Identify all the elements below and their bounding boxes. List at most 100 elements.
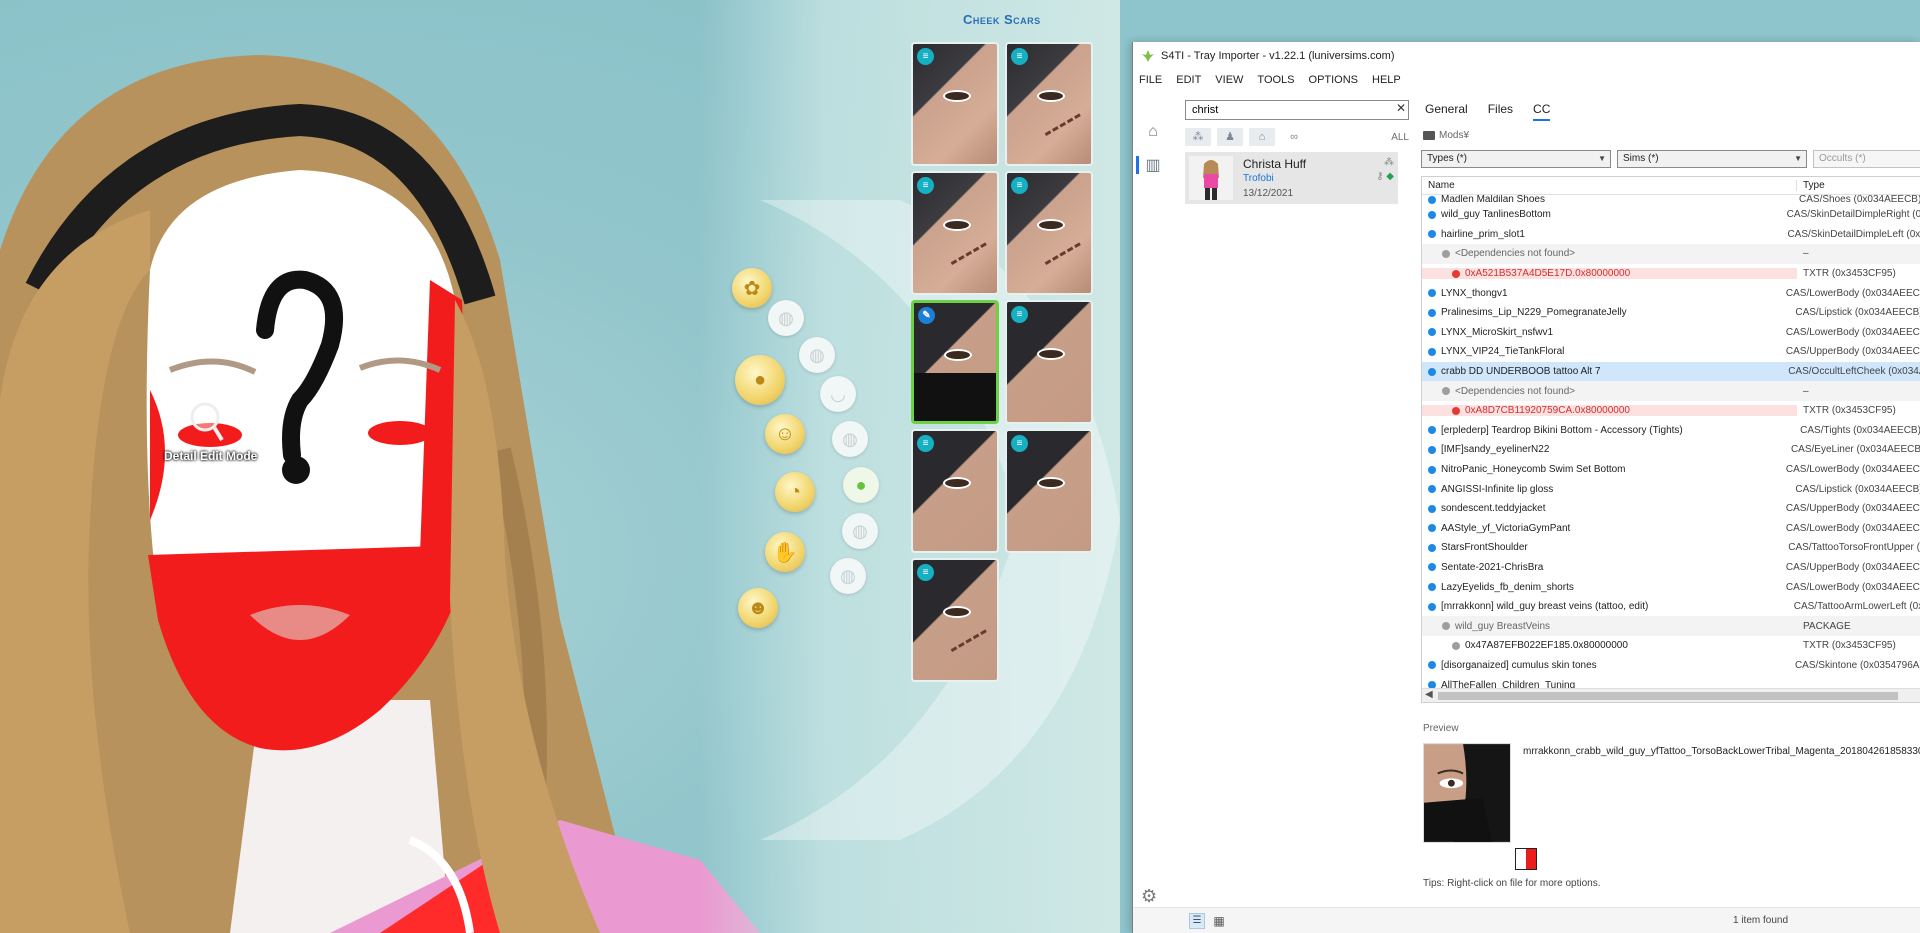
- table-row[interactable]: Sentate-2021-ChrisBra CAS/UpperBody (0x03…: [1422, 558, 1920, 578]
- body-details-icon[interactable]: ●: [735, 355, 785, 405]
- row-name-cell: [IMF]sandy_eyelinerN22: [1422, 444, 1785, 455]
- menu-tools[interactable]: TOOLS: [1257, 74, 1294, 86]
- tray-importer-window: S4TI - Tray Importer - v1.22.1 (lunivers…: [1132, 42, 1920, 933]
- neck-icon[interactable]: ◍: [830, 558, 866, 594]
- mouth-icon[interactable]: ◡: [820, 376, 856, 412]
- row-type: CAS/LowerBody (0x034AEECB: [1785, 522, 1920, 534]
- row-type: –: [1803, 385, 1809, 397]
- table-row[interactable]: LazyEyelids_fb_denim_shorts CAS/LowerBody…: [1422, 577, 1920, 597]
- blue-status-dot-icon: [1428, 661, 1436, 670]
- households-filter-icon[interactable]: ⁂: [1185, 128, 1211, 146]
- dependency-row[interactable]: <Dependencies not found> –: [1422, 244, 1920, 264]
- sims-filter-icon[interactable]: ♟: [1217, 128, 1243, 146]
- row-type: CAS/Lipstick (0x034AEECB): [1795, 483, 1920, 495]
- types-dropdown[interactable]: Types (*) ▼: [1421, 150, 1611, 168]
- cheek-scar-thumb[interactable]: ≡: [911, 171, 999, 295]
- table-row[interactable]: StarsFrontShoulder CAS/TattooTorsoFrontUp…: [1422, 538, 1920, 558]
- cheek-scar-thumb[interactable]: ≡: [911, 429, 999, 553]
- head-icon[interactable]: ☺: [765, 414, 805, 454]
- sim-list-item[interactable]: Christa Huff Trofobi 13/12/2021 ⁂ ⚷ ◆: [1185, 152, 1398, 204]
- face-icon[interactable]: ◍: [832, 421, 868, 457]
- cheek-scar-thumb[interactable]: ≡: [1005, 429, 1093, 553]
- menu-help[interactable]: HELP: [1372, 74, 1401, 86]
- scroll-left-icon[interactable]: ◀: [1425, 689, 1433, 700]
- library-icon[interactable]: ▥: [1143, 156, 1163, 176]
- thumb-scar: [1044, 113, 1090, 151]
- torso-icon[interactable]: ✋: [765, 532, 805, 572]
- scrollbar-thumb[interactable]: [1438, 692, 1898, 700]
- table-row[interactable]: sondescent.teddyjacket CAS/UpperBody (0x0…: [1422, 499, 1920, 519]
- menu-file[interactable]: FILE: [1139, 74, 1162, 86]
- table-row[interactable]: [mrrakkonn] wild_guy breast veins (tatto…: [1422, 597, 1920, 617]
- people-icon[interactable]: ✿: [732, 268, 772, 308]
- row-name: NitroPanic_Honeycomb Swim Set Bottom: [1441, 464, 1626, 476]
- thumb-eye: [943, 606, 971, 618]
- dependency-row[interactable]: <Dependencies not found> –: [1422, 381, 1920, 401]
- row-type: CAS/UpperBody (0x034AEECB: [1785, 346, 1920, 358]
- list-view-icon[interactable]: ☰: [1189, 913, 1205, 929]
- home-icon[interactable]: ⌂: [1143, 122, 1163, 142]
- tab-general[interactable]: General: [1425, 102, 1468, 121]
- row-name-cell: [disorganaized] cumulus skin tones: [1422, 660, 1789, 671]
- hat-icon[interactable]: ◔: [775, 472, 815, 512]
- search-input[interactable]: [1185, 100, 1409, 120]
- table-row[interactable]: ANGISSI-Infinite lip gloss CAS/Lipstick (…: [1422, 479, 1920, 499]
- tab-cc[interactable]: CC: [1533, 102, 1551, 121]
- row-name: <Dependencies not found>: [1455, 385, 1576, 397]
- lots-filter-icon[interactable]: ⌂: [1249, 128, 1275, 146]
- ear-icon[interactable]: ◍: [799, 337, 835, 373]
- cheek-scar-thumb[interactable]: ≡: [1005, 300, 1093, 424]
- grid-view-icon[interactable]: ▦: [1211, 913, 1227, 929]
- cheek-scar-thumb[interactable]: ≡: [1005, 171, 1093, 295]
- cheek-icon[interactable]: ●: [843, 467, 879, 503]
- menu-edit[interactable]: EDIT: [1176, 74, 1201, 86]
- table-row[interactable]: crabb DD UNDERBOOB tattoo Alt 7 CAS/Occul…: [1422, 361, 1920, 382]
- table-row[interactable]: [disorganaized] cumulus skin tones CAS/Sk…: [1422, 656, 1920, 676]
- table-row[interactable]: hairline_prim_slot1 CAS/SkinDetailDimpleL…: [1422, 225, 1920, 245]
- panel-title: Cheek Scars: [963, 12, 1041, 27]
- tips-text: Tips: Right-click on file for more optio…: [1423, 878, 1601, 889]
- table-row[interactable]: NitroPanic_Honeycomb Swim Set Bottom CAS/…: [1422, 460, 1920, 480]
- table-row[interactable]: LYNX_MicroSkirt_nsfwv1 CAS/LowerBody (0x0…: [1422, 323, 1920, 343]
- missing-dependency-row[interactable]: 0xA521B537A4D5E17D.0x80000000 TXTR (0x345…: [1422, 264, 1920, 284]
- clear-search-icon[interactable]: ✕: [1396, 101, 1406, 115]
- table-row[interactable]: LYNX_VIP24_TieTankFloral CAS/UpperBody (0…: [1422, 342, 1920, 362]
- head-icon[interactable]: ◍: [768, 300, 804, 336]
- gear-icon[interactable]: ⚙: [1141, 886, 1157, 907]
- table-row[interactable]: wild_guy TanlinesBottom CAS/SkinDetailDim…: [1422, 205, 1920, 225]
- column-type[interactable]: Type: [1797, 180, 1825, 191]
- dependency-row[interactable]: wild_guy BreastVeins PACKAGE: [1422, 616, 1920, 637]
- table-row[interactable]: 0x47A87EFB022EF185.0x80000000 TXTR (0x345…: [1422, 636, 1920, 656]
- cheek-scar-thumb-selected[interactable]: ✎: [911, 300, 999, 424]
- cheek-scar-thumb[interactable]: ≡: [911, 42, 999, 166]
- detail-tabs: General Files CC: [1425, 102, 1551, 121]
- table-row[interactable]: LYNX_thongv1 CAS/LowerBody (0x034AEECB: [1422, 283, 1920, 303]
- cheek-scar-thumb[interactable]: ≡: [911, 558, 999, 682]
- filter-all[interactable]: ALL: [1391, 132, 1409, 143]
- link-filter-icon[interactable]: ∞: [1281, 128, 1307, 146]
- row-name: <Dependencies not found>: [1455, 248, 1576, 260]
- ea-badge-icon: ≡: [917, 564, 934, 581]
- face-icon[interactable]: ☻: [738, 588, 778, 628]
- row-type: CAS/LowerBody (0x034AEECB: [1785, 326, 1920, 338]
- menu-view[interactable]: VIEW: [1215, 74, 1243, 86]
- cheek-scar-thumb[interactable]: ≡: [1005, 42, 1093, 166]
- row-name-cell: crabb DD UNDERBOOB tattoo Alt 7: [1422, 366, 1782, 377]
- menu-options[interactable]: OPTIONS: [1309, 74, 1359, 86]
- missing-dependency-row[interactable]: 0xA8D7CB11920759CA.0x80000000 TXTR (0x345…: [1422, 401, 1920, 421]
- table-row[interactable]: Madlen Maldilan Shoes CAS/Shoes (0x034AEE…: [1422, 195, 1920, 205]
- row-type: CAS/UpperBody (0x034AEECB: [1785, 561, 1920, 573]
- horizontal-scrollbar[interactable]: ◀: [1422, 688, 1920, 702]
- row-type: CAS/OccultLeftCheek (0x034A: [1788, 366, 1920, 378]
- table-row[interactable]: AAStyle_yf_VictoriaGymPant CAS/LowerBody …: [1422, 519, 1920, 539]
- thumb-eye: [1037, 90, 1065, 102]
- table-row[interactable]: Pralinesims_Lip_N229_PomegranateJelly CAS…: [1422, 303, 1920, 323]
- sim-creator-link[interactable]: Trofobi: [1243, 173, 1274, 184]
- sims-dropdown[interactable]: Sims (*) ▼: [1617, 150, 1807, 168]
- tab-files[interactable]: Files: [1488, 102, 1513, 121]
- column-name[interactable]: Name: [1422, 180, 1797, 191]
- table-row[interactable]: [IMF]sandy_eyelinerN22 CAS/EyeLiner (0x03…: [1422, 440, 1920, 460]
- jaw-icon[interactable]: ◍: [842, 513, 878, 549]
- color-swatch[interactable]: [1515, 848, 1537, 870]
- table-row[interactable]: [erplederp] Teardrop Bikini Bottom - Acc…: [1422, 421, 1920, 441]
